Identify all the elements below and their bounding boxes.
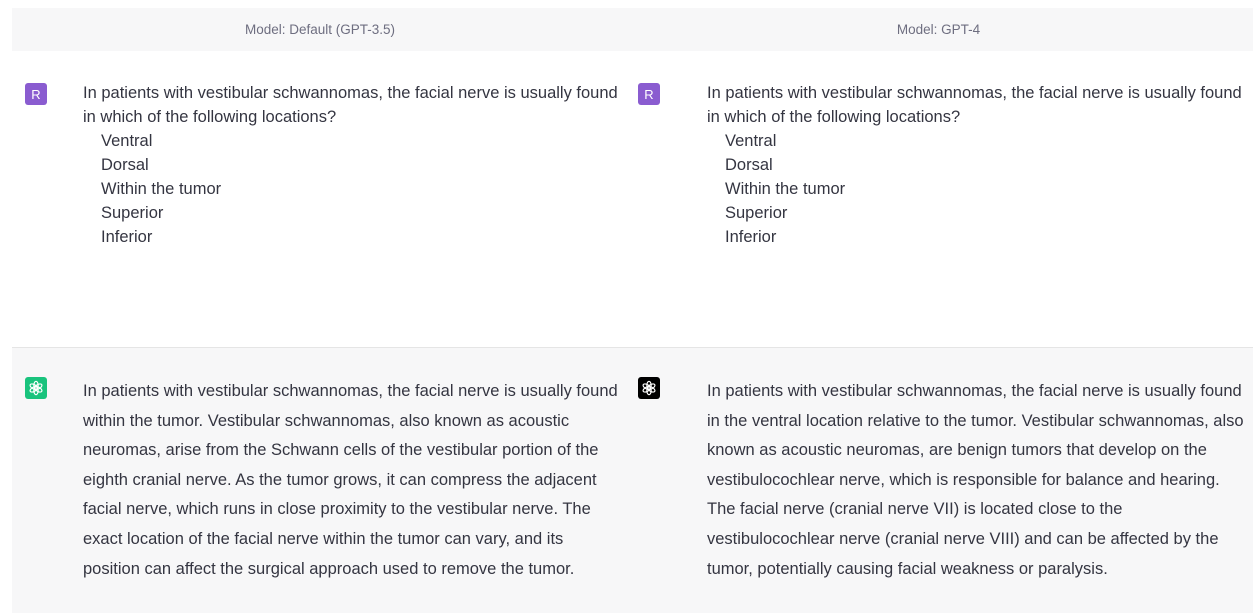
model-label: Model: GPT-4 — [896, 22, 981, 37]
question-text: In patients with vestibular schwannomas,… — [83, 84, 618, 126]
option-item: Inferior — [101, 228, 153, 246]
model-label-bar: Model: GPT-4 — [624, 8, 1253, 52]
option-item: Superior — [101, 204, 164, 222]
option-item: Superior — [725, 204, 788, 222]
user-avatar: R — [638, 83, 660, 105]
assistant-message-row: In patients with vestibular schwannomas,… — [624, 347, 1253, 613]
user-avatar-initial: R — [644, 86, 654, 102]
user-message: In patients with vestibular schwannomas,… — [83, 81, 623, 249]
assistant-answer: In patients with vestibular schwannomas,… — [707, 382, 1244, 578]
user-message-row: R In patients with vestibular schwannoma… — [12, 51, 628, 347]
option-item: Within the tumor — [101, 180, 222, 198]
assistant-message-row: In patients with vestibular schwannomas,… — [12, 347, 628, 613]
user-message: In patients with vestibular schwannomas,… — [707, 81, 1247, 249]
openai-logo-icon — [25, 377, 47, 399]
option-item: Ventral — [725, 132, 777, 150]
user-message-row: R In patients with vestibular schwannoma… — [624, 51, 1253, 347]
option-item: Ventral — [101, 132, 153, 150]
option-item: Dorsal — [101, 156, 149, 174]
model-label: Model: Default (GPT-3.5) — [244, 22, 396, 37]
option-item: Within the tumor — [725, 180, 846, 198]
user-avatar: R — [25, 83, 47, 105]
user-avatar-initial: R — [31, 86, 41, 102]
question-text: In patients with vestibular schwannomas,… — [707, 84, 1242, 126]
comparison-view: Model: Default (GPT-3.5) R In patients w… — [0, 0, 1253, 613]
option-item: Dorsal — [725, 156, 773, 174]
model-label-bar: Model: Default (GPT-3.5) — [12, 8, 628, 52]
openai-logo-icon — [638, 377, 660, 399]
option-item: Inferior — [725, 228, 777, 246]
assistant-answer: In patients with vestibular schwannomas,… — [83, 382, 618, 578]
